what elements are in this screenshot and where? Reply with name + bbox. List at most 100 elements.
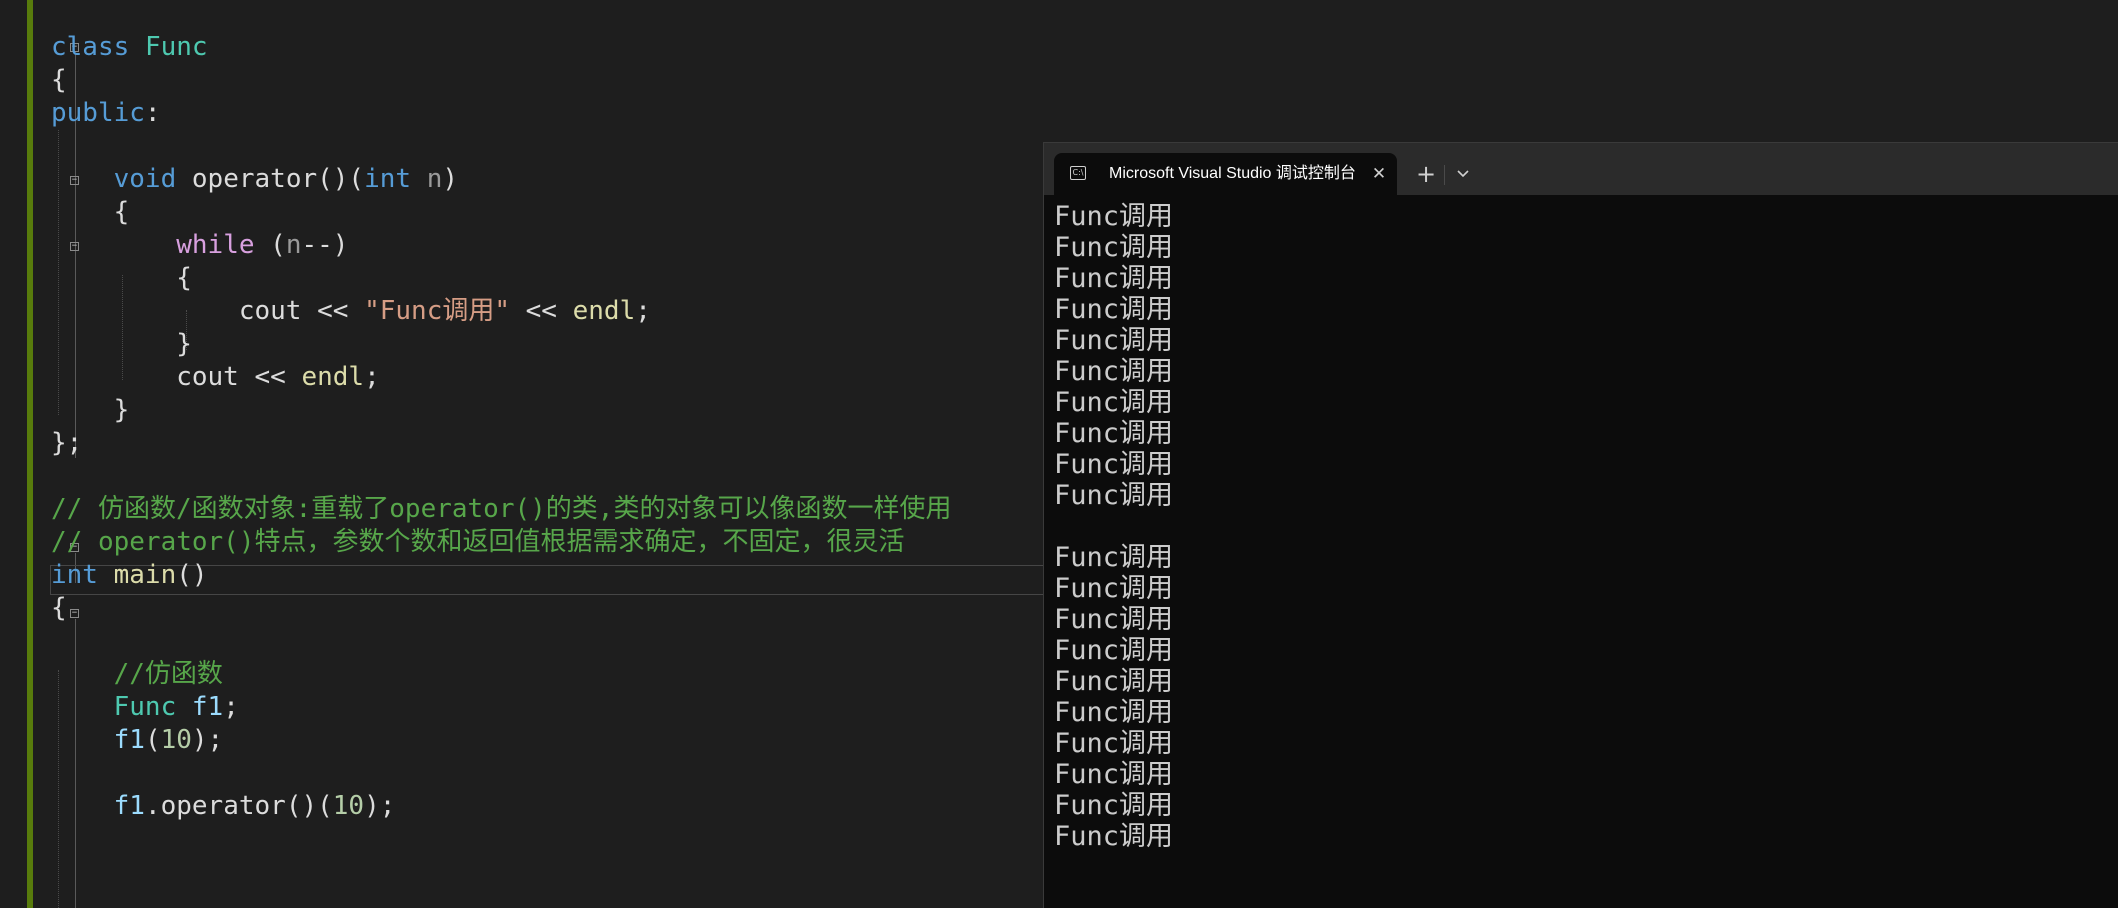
code-line[interactable]: //仿函数: [51, 658, 223, 691]
code-line[interactable]: Func f1;: [51, 691, 239, 724]
console-output-line: Func调用: [1054, 666, 1174, 697]
code-token: public: [51, 98, 145, 128]
code-line[interactable]: int main(): [51, 559, 208, 592]
code-line[interactable]: // operator()特点，参数个数和返回值根据需求确定，不固定，很灵活: [51, 526, 905, 559]
code-token: 10: [160, 725, 192, 755]
code-token: ): [442, 164, 459, 194]
console-output-line: Func调用: [1054, 728, 1174, 759]
code-token: cout <<: [51, 296, 365, 326]
console-output-line: Func调用: [1054, 201, 1174, 232]
code-token: };: [51, 428, 83, 458]
console-output-line: Func调用: [1054, 418, 1174, 449]
code-line[interactable]: while (n--): [51, 229, 348, 262]
console-tab-title: Microsoft Visual Studio 调试控制台: [1109, 165, 1356, 182]
code-token: Func: [113, 692, 177, 722]
console-output-line: Func调用: [1054, 294, 1174, 325]
code-token: Func: [144, 32, 208, 62]
code-line[interactable]: };: [51, 427, 82, 460]
desktop: − − − − − class Func{public: void operat…: [0, 0, 2118, 908]
code-line[interactable]: {: [51, 196, 130, 229]
code-token: // 仿函数/函数对象:重载了operator()的类,类的对象可以像函数一样使…: [51, 494, 952, 524]
code-token: operator()(: [176, 164, 365, 194]
code-line[interactable]: cout << endl;: [51, 361, 380, 394]
code-token: f1: [191, 692, 224, 722]
new-tab-button[interactable]: +: [1411, 153, 1441, 195]
code-line[interactable]: f1(10);: [51, 724, 224, 757]
code-token: "Func调用": [364, 296, 510, 326]
code-token: main: [113, 560, 177, 590]
code-line[interactable]: }: [51, 394, 130, 427]
code-token: while: [176, 230, 255, 260]
close-tab-icon[interactable]: ✕: [1367, 153, 1391, 195]
code-token: {: [51, 65, 67, 95]
code-token: }: [51, 395, 130, 425]
terminal-app-icon: C:\: [1070, 166, 1086, 180]
code-token: );: [364, 791, 396, 821]
console-output-line: Func调用: [1054, 573, 1174, 604]
code-token: ;: [635, 296, 651, 326]
code-line[interactable]: class Func: [51, 31, 208, 64]
code-line[interactable]: {: [51, 64, 67, 97]
code-line[interactable]: f1.operator()(10);: [51, 790, 396, 823]
console-output-line: Func调用: [1054, 480, 1174, 511]
code-token: .operator()(: [144, 791, 333, 821]
chevron-down-icon: [1457, 170, 1469, 178]
console-output-line: Func调用: [1054, 759, 1174, 790]
code-token: (): [176, 560, 208, 590]
code-line[interactable]: {: [51, 262, 192, 295]
code-token: class: [51, 32, 130, 62]
code-line[interactable]: {: [51, 592, 67, 625]
console-output-line: Func调用: [1054, 542, 1174, 573]
console-output-line: Func调用: [1054, 263, 1174, 294]
tab-separator: [1444, 165, 1445, 185]
console-output-line: Func调用: [1054, 387, 1174, 418]
code-token: f1: [113, 725, 145, 755]
code-token: // operator()特点，参数个数和返回值根据需求确定，不固定，很灵活: [51, 527, 905, 557]
code-token: n: [285, 230, 302, 260]
code-token: --): [301, 230, 349, 260]
console-output-line: Func调用: [1054, 232, 1174, 263]
code-line[interactable]: }: [51, 328, 192, 361]
code-line[interactable]: void operator()(int n): [51, 163, 458, 196]
code-line[interactable]: cout << "Func调用" << endl;: [51, 295, 651, 328]
debug-console-window[interactable]: C:\ Microsoft Visual Studio 调试控制台 ✕ + Fu…: [1043, 142, 2118, 908]
collapse-main-icon[interactable]: −: [70, 609, 79, 618]
code-token: (: [254, 230, 286, 260]
code-line[interactable]: public:: [51, 97, 161, 130]
code-token: );: [191, 725, 224, 755]
code-token: {: [51, 263, 192, 293]
code-token: (: [144, 725, 161, 755]
code-token: <<: [510, 296, 573, 326]
code-token: endl: [301, 362, 365, 392]
code-token: void: [113, 164, 177, 194]
console-output-line: Func调用: [1054, 697, 1174, 728]
code-token: {: [51, 593, 67, 623]
code-token: ;: [364, 362, 380, 392]
console-title-bar: C:\ Microsoft Visual Studio 调试控制台 ✕ +: [1044, 143, 2118, 195]
outlining-margin: − − − − −: [33, 0, 79, 908]
console-tab[interactable]: C:\ Microsoft Visual Studio 调试控制台 ✕: [1054, 153, 1397, 195]
console-output: Func调用 Func调用 Func调用 Func调用 Func调用 Func调用 Func…: [1054, 201, 2104, 852]
code-line[interactable]: // 仿函数/函数对象:重载了operator()的类,类的对象可以像函数一样使…: [51, 493, 951, 526]
console-output-line: [1054, 511, 2104, 542]
code-token: :: [144, 98, 161, 128]
code-token: f1: [113, 791, 145, 821]
tab-dropdown-button[interactable]: [1449, 153, 1477, 195]
code-token: int: [51, 560, 98, 590]
code-token: n: [426, 164, 443, 194]
code-token: int: [364, 164, 412, 194]
console-output-line: Func调用: [1054, 325, 1174, 356]
code-token: {: [51, 197, 130, 227]
code-token: }: [51, 329, 192, 359]
console-output-line: Func调用: [1054, 356, 1174, 387]
console-output-line: Func调用: [1054, 635, 1174, 666]
